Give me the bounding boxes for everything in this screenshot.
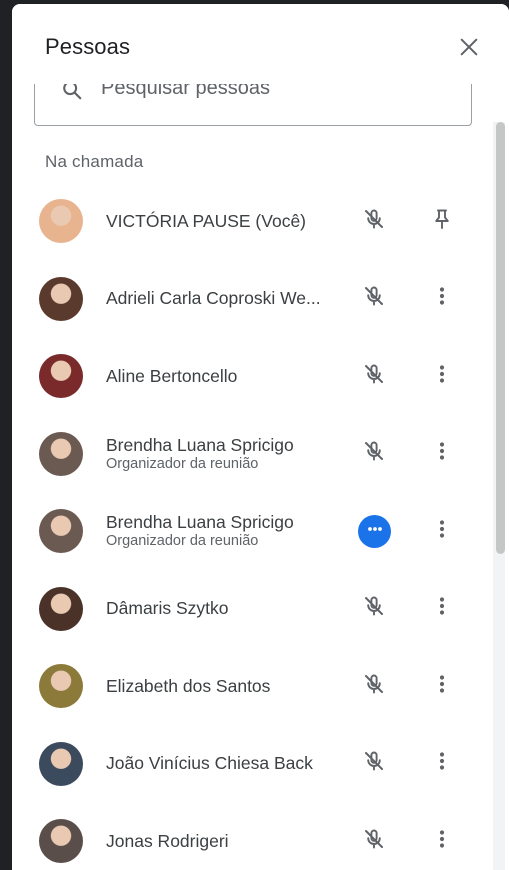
more-vert-icon: [430, 827, 454, 856]
more-options-button[interactable]: [426, 593, 458, 625]
participant-info: Elizabeth dos Santos: [106, 647, 346, 725]
avatar: [39, 354, 83, 398]
mute-button[interactable]: [358, 360, 390, 392]
participant-list: VICTÓRIA PAUSE (Você) Adrieli Carla Copr…: [12, 182, 492, 870]
mic-off-icon: [362, 207, 386, 236]
participant-name: Brendha Luana Spricigo: [106, 512, 294, 533]
avatar: [39, 741, 83, 786]
mute-button[interactable]: [358, 670, 390, 702]
more-vert-icon: [430, 749, 454, 778]
avatar: [39, 664, 83, 708]
mute-button[interactable]: [358, 593, 390, 625]
participant-name: Elizabeth dos Santos: [106, 675, 271, 696]
more-vert-icon: [430, 284, 454, 313]
pin-button[interactable]: [426, 205, 458, 237]
participant-row[interactable]: Brendha Luana Spricigo Organizador da re…: [12, 415, 492, 493]
section-title: Na chamada: [45, 152, 144, 171]
participant-row[interactable]: VICTÓRIA PAUSE (Você): [12, 182, 492, 260]
participant-name: Brendha Luana Spricigo: [106, 434, 294, 455]
mute-button[interactable]: [358, 748, 390, 780]
participant-name: João Vinícius Chiesa Back: [106, 753, 313, 774]
close-icon: [458, 36, 480, 63]
more-options-button[interactable]: [426, 670, 458, 702]
audio-level-icon: [365, 519, 385, 544]
participant-name: Adrieli Carla Coproski We...: [106, 288, 321, 309]
participant-info: João Vinícius Chiesa Back: [106, 725, 346, 803]
avatar: [39, 431, 83, 476]
more-options-button[interactable]: [426, 438, 458, 470]
mic-off-icon: [362, 594, 386, 623]
scrollbar-thumb[interactable]: [496, 122, 505, 554]
more-options-button[interactable]: [426, 283, 458, 315]
avatar: [39, 819, 83, 863]
more-options-button[interactable]: [426, 360, 458, 392]
participant-info: Brendha Luana Spricigo Organizador da re…: [106, 415, 346, 493]
mic-off-icon: [362, 439, 386, 468]
participant-role: Organizador da reunião: [106, 455, 259, 472]
mic-off-icon: [362, 284, 386, 313]
more-options-button[interactable]: [426, 825, 458, 857]
participant-name: Aline Bertoncello: [106, 365, 238, 386]
participant-row[interactable]: João Vinícius Chiesa Back: [12, 725, 492, 803]
avatar: [39, 199, 83, 243]
more-options-button[interactable]: [426, 748, 458, 780]
panel-header: Pessoas: [12, 4, 509, 84]
participant-info: VICTÓRIA PAUSE (Você): [106, 182, 346, 260]
mute-button[interactable]: [358, 825, 390, 857]
more-vert-icon: [430, 594, 454, 623]
mute-button[interactable]: [358, 283, 390, 315]
participant-row[interactable]: Elizabeth dos Santos: [12, 647, 492, 725]
participant-role: Organizador da reunião: [106, 533, 259, 550]
participant-info: Brendha Luana Spricigo Organizador da re…: [106, 492, 346, 570]
mute-button[interactable]: [358, 205, 390, 237]
panel-title: Pessoas: [45, 34, 131, 59]
more-vert-icon: [430, 439, 454, 468]
mic-off-icon: [362, 362, 386, 391]
avatar: [39, 509, 83, 553]
participant-name: Jonas Rodrigeri: [106, 830, 229, 851]
mic-off-icon: [362, 749, 386, 778]
participant-info: Dâmaris Szytko: [106, 570, 346, 648]
more-vert-icon: [430, 517, 454, 546]
mic-off-icon: [362, 827, 386, 856]
participant-info: Adrieli Carla Coproski We...: [106, 260, 346, 338]
mic-off-icon: [362, 672, 386, 701]
participant-info: Aline Bertoncello: [106, 337, 346, 415]
participant-row[interactable]: Jonas Rodrigeri: [12, 802, 492, 870]
close-button[interactable]: [454, 34, 484, 64]
participant-row[interactable]: Dâmaris Szytko: [12, 570, 492, 648]
participant-name: VICTÓRIA PAUSE (Você): [106, 210, 307, 231]
people-panel: Pesquisar pessoas Pessoas Na chamada VIC…: [12, 4, 509, 870]
mute-button[interactable]: [358, 438, 390, 470]
participant-name: Dâmaris Szytko: [106, 598, 229, 619]
avatar: [39, 586, 83, 631]
more-options-button[interactable]: [426, 515, 458, 547]
participant-row[interactable]: Brendha Luana Spricigo Organizador da re…: [12, 492, 492, 570]
participant-info: Jonas Rodrigeri: [106, 802, 346, 870]
speaking-indicator[interactable]: [358, 515, 391, 548]
avatar: [39, 276, 83, 321]
participant-row[interactable]: Aline Bertoncello: [12, 337, 492, 415]
participant-row[interactable]: Adrieli Carla Coproski We...: [12, 260, 492, 338]
pin-icon: [430, 207, 454, 236]
more-vert-icon: [430, 672, 454, 701]
more-vert-icon: [430, 362, 454, 391]
